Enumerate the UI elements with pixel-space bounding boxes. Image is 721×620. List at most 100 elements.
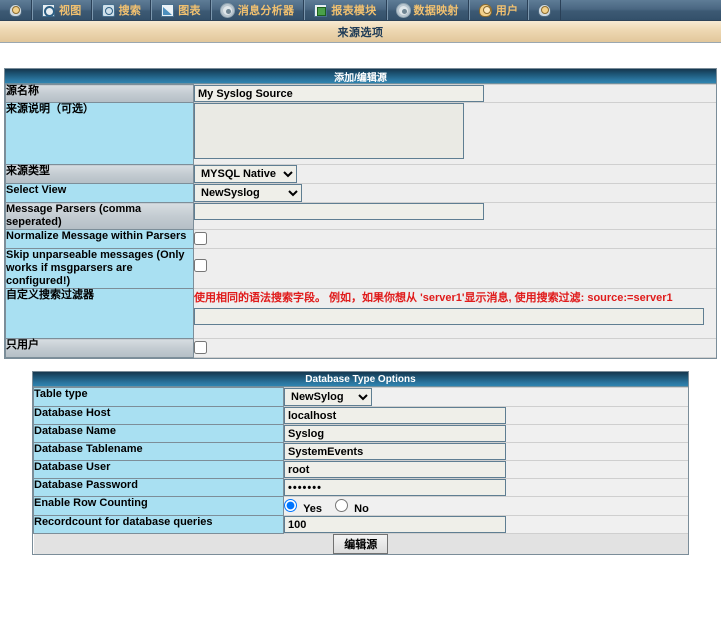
cell-database-name (283, 424, 688, 443)
table-row-db-name: Database Name (33, 424, 688, 443)
nav-tab-message-analyzer[interactable]: 消息分析器 (210, 0, 305, 20)
label-recordcount: Recordcount for database queries (33, 515, 284, 534)
database-password-input[interactable] (284, 479, 506, 496)
db-form-table: Table type NewSylog Database Host Databa… (33, 387, 688, 554)
cell-database-tablename (283, 442, 688, 461)
cell-custom-search-filter: 使用相同的语法搜索字段。 例如，如果你想从 'server1'显示消息, 使用搜… (193, 288, 716, 339)
table-row-db-host: Database Host (33, 406, 688, 425)
nav-tab-users[interactable]: 用户 (468, 0, 529, 20)
cell-recordcount (283, 515, 688, 534)
label-skip-unparseable: Skip unparseable messages (Only works if… (5, 248, 194, 289)
submit-bar: 编辑源 (33, 533, 688, 554)
nav-tab-chart[interactable]: 图表 (151, 0, 211, 20)
label-database-password: Database Password (33, 478, 284, 497)
table-type-select[interactable]: NewSylog (284, 388, 372, 406)
cell-database-password (283, 478, 688, 497)
nav-tab-label-report-module: 报表模块 (331, 5, 377, 17)
row-counting-no-label: No (354, 503, 369, 515)
cell-user-only (193, 338, 716, 358)
source-name-input[interactable] (194, 85, 484, 102)
cell-normalize-message (193, 229, 716, 249)
gear-icon (396, 3, 410, 17)
label-database-user: Database User (33, 460, 284, 479)
gear-icon (220, 3, 234, 17)
normalize-message-checkbox[interactable] (194, 232, 207, 245)
table-row-source-description: 来源说明（可选） (5, 102, 716, 165)
report-icon (314, 3, 328, 17)
row-counting-radio-no[interactable] (335, 499, 349, 512)
chart-icon (161, 3, 175, 17)
cell-source-name (193, 84, 716, 103)
database-user-input[interactable] (284, 461, 506, 478)
nav-tab-search[interactable]: 搜索 (91, 0, 152, 20)
cell-source-description (193, 102, 716, 165)
nav-tab-report-module[interactable]: 报表模块 (304, 0, 387, 20)
source-description-textarea[interactable] (194, 103, 464, 159)
user-only-checkbox[interactable] (194, 341, 207, 354)
custom-search-filter-input[interactable] (194, 308, 704, 325)
recordcount-input[interactable] (284, 516, 506, 533)
label-source-description: 来源说明（可选） (5, 102, 194, 165)
message-parsers-input[interactable] (194, 203, 484, 220)
table-row-table-type: Table type NewSylog (33, 387, 688, 407)
db-panel-wrapper: Database Type Options Table type NewSylo… (0, 371, 721, 555)
nav-tab-data-mapping[interactable]: 数据映射 (386, 0, 469, 20)
main-nav-tabs[interactable]: 视图 搜索 图表 消息分析器 报表模块 数据映射 用户 (0, 0, 721, 21)
custom-filter-hint: 使用相同的语法搜索字段。 例如，如果你想从 'server1'显示消息, 使用搜… (194, 292, 673, 304)
database-type-options-panel: Database Type Options Table type NewSylo… (32, 371, 689, 555)
nav-tab-view[interactable]: 视图 (32, 0, 92, 20)
users-icon (538, 3, 552, 17)
database-tablename-input[interactable] (284, 443, 506, 460)
add-edit-source-panel: 添加/编辑源 源名称 来源说明（可选） 来源类型 MYSQL Native Se… (4, 68, 717, 359)
edit-source-button[interactable]: 编辑源 (333, 534, 389, 554)
database-host-input[interactable] (284, 407, 506, 424)
cell-enable-row-counting: Yes No (283, 496, 688, 516)
nav-tab-label-chart: 图表 (178, 5, 201, 17)
label-source-type: 来源类型 (5, 164, 194, 184)
cell-source-type: MYSQL Native (193, 164, 716, 184)
cell-database-user (283, 460, 688, 479)
table-row-custom-filter: 自定义搜索过滤器 使用相同的语法搜索字段。 例如，如果你想从 'server1'… (5, 288, 716, 339)
cell-select-view: NewSyslog (193, 183, 716, 203)
table-row-skip-unparseable: Skip unparseable messages (Only works if… (5, 248, 716, 289)
nav-tab-label-data-mapping: 数据映射 (413, 5, 459, 17)
table-row-source-name: 源名称 (5, 84, 716, 103)
table-row-message-parsers: Message Parsers (comma seperated) (5, 202, 716, 230)
source-type-select[interactable]: MYSQL Native (194, 165, 297, 183)
skip-unparseable-checkbox[interactable] (194, 259, 207, 272)
label-enable-row-counting: Enable Row Counting (33, 496, 284, 516)
users-icon (9, 3, 22, 17)
table-row-db-tablename: Database Tablename (33, 442, 688, 461)
table-row-db-password: Database Password (33, 478, 688, 497)
label-message-parsers: Message Parsers (comma seperated) (5, 202, 194, 230)
nav-tab-label-users: 用户 (495, 5, 519, 17)
row-counting-radio-yes[interactable] (284, 499, 297, 512)
table-row-select-view: Select View NewSyslog (5, 183, 716, 203)
table-row-normalize: Normalize Message within Parsers (5, 229, 716, 249)
source-panel-heading: 添加/编辑源 (5, 69, 716, 84)
db-panel-heading: Database Type Options (33, 372, 688, 387)
user-icon (478, 3, 492, 17)
label-user-only: 只用户 (5, 338, 194, 358)
cell-database-host (283, 406, 688, 425)
nav-tab-label-view: 视图 (59, 5, 82, 17)
view-icon (42, 3, 55, 17)
page-title: 来源选项 (337, 26, 384, 39)
table-row-row-counting: Enable Row Counting Yes No (33, 496, 688, 516)
cell-message-parsers (193, 202, 716, 230)
nav-tab-label-message-analyzer: 消息分析器 (237, 5, 295, 17)
table-row-user-only: 只用户 (5, 338, 716, 358)
search-icon (101, 3, 115, 17)
label-database-host: Database Host (33, 406, 284, 425)
label-normalize-message: Normalize Message within Parsers (5, 229, 194, 249)
label-database-tablename: Database Tablename (33, 442, 284, 461)
label-select-view: Select View (5, 183, 194, 203)
database-name-input[interactable] (284, 425, 506, 442)
page-title-band: 来源选项 (0, 21, 721, 43)
table-row-submit: 编辑源 (33, 533, 688, 554)
label-database-name: Database Name (33, 424, 284, 443)
table-row-recordcount: Recordcount for database queries (33, 515, 688, 534)
nav-tab-partial-right[interactable] (528, 0, 562, 20)
nav-tab-partial-left[interactable] (0, 0, 32, 20)
select-view-select[interactable]: NewSyslog (194, 184, 302, 202)
